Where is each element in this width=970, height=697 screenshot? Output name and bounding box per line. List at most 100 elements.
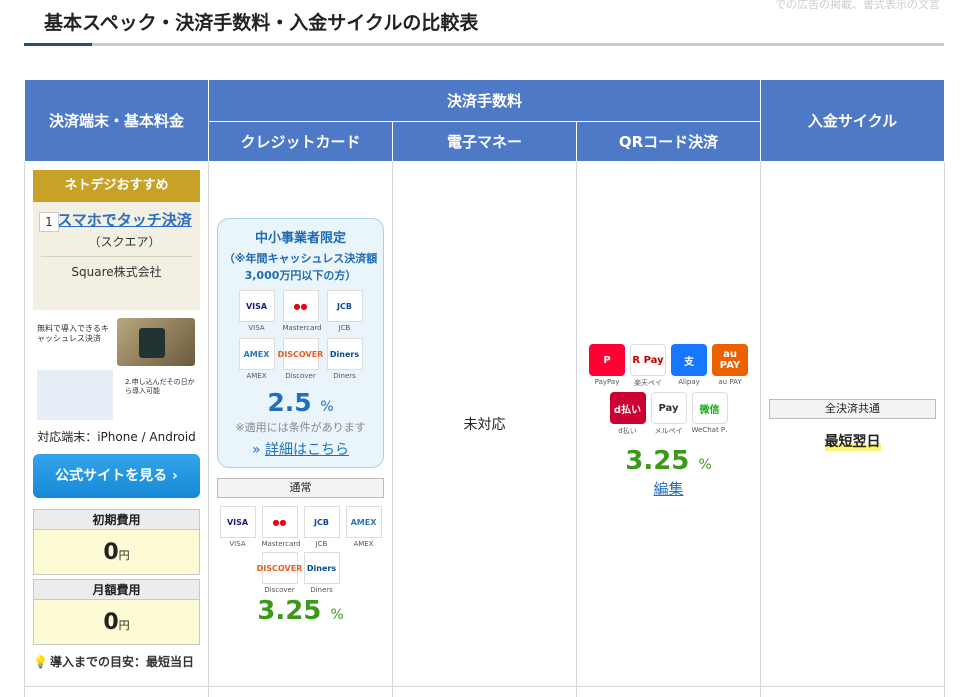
edit-link[interactable]: 編集 xyxy=(585,478,752,499)
normal-rate: 3.25 xyxy=(257,596,322,626)
brand-caption: VISA xyxy=(229,540,246,548)
brand-caption: VISA xyxy=(248,324,265,332)
diners-logo-icon: Diners xyxy=(303,552,340,584)
page-title: 基本スペック・決済手数料・入金サイクルの比較表 xyxy=(44,12,479,34)
conditions-note: ※適用には条件があります xyxy=(235,421,366,434)
qr-brand-caption: Alipay xyxy=(678,378,700,386)
card-brand-visa: VISA VISA xyxy=(219,506,256,548)
recommend-card: ネトデジおすすめ 1 スマホでタッチ決済 （スクエア） Square株式会社 xyxy=(33,170,200,310)
qr-logo-icon: 微信 xyxy=(691,392,728,424)
qr-brand: R Pay 楽天ペイ xyxy=(630,344,667,388)
header-cycle: 入金サイクル xyxy=(760,79,946,162)
payout-cycle-cell: 全決済共通 最短翌日 xyxy=(760,161,946,687)
product-name-link[interactable]: スマホでタッチ決済 xyxy=(57,210,192,231)
recommend-badge: ネトデジおすすめ xyxy=(33,170,200,202)
table-row: ネトデジおすすめ 1 スマホでタッチ決済 （スクエア） Square株式会社 無… xyxy=(24,161,946,687)
qr-rate: 3.25 xyxy=(625,446,690,476)
promo-rate: 2.5 xyxy=(267,388,312,417)
product-image: 無料で導入できるキャッシュレス決済 2.申し込んだその日から導入可能 xyxy=(33,318,200,422)
monthly-fee-value: 0 xyxy=(103,610,119,635)
qr-logo-icon: Pay xyxy=(650,392,687,424)
lightbulb-icon: 💡 xyxy=(33,655,48,669)
double-chevron-icon: » xyxy=(251,442,261,458)
all-payments-tag: 全決済共通 xyxy=(769,399,937,419)
percent-unit: % xyxy=(320,399,334,415)
rank-badge: 1 xyxy=(39,212,59,232)
brand-caption: JCB xyxy=(315,540,328,548)
percent-unit: % xyxy=(698,457,712,473)
brand-caption: Discover xyxy=(285,372,316,380)
card-brand-visa: VISA VISA xyxy=(238,290,275,332)
qr-logo-icon: 支 xyxy=(671,344,708,376)
phone-image xyxy=(117,318,195,366)
official-site-button[interactable]: 公式サイトを見る › xyxy=(33,454,200,498)
brand-caption: Diners xyxy=(333,372,356,380)
card-brand-amex: AMEX AMEX xyxy=(238,338,275,380)
section-heading: 基本スペック・決済手数料・入金サイクルの比較表 xyxy=(24,0,944,46)
product-image-caption: 無料で導入できるキャッシュレス決済 xyxy=(37,324,109,343)
card-brand-jcb: JCB JCB xyxy=(303,506,340,548)
terminal-cell: ネトデジおすすめ 1 スマホでタッチ決済 （スクエア） Square株式会社 無… xyxy=(24,161,209,687)
header-emoney: 電子マネー xyxy=(392,121,577,162)
promo-subtitle: （※年間キャッシュレス決済額3,000万円以下の方） xyxy=(223,252,378,282)
card-brand-discover: DISCOVER Discover xyxy=(257,552,302,594)
qr-brand: au PAY au PAY xyxy=(712,344,749,388)
yen-unit: 円 xyxy=(118,549,130,562)
details-link[interactable]: 詳細はこちら xyxy=(265,442,349,458)
promo-brand-list: VISA VISA ●● Mastercard JCB JCB AMEX AMEX DISCOV… xyxy=(222,290,379,380)
initial-fee-value: 0 xyxy=(103,540,119,565)
diners-logo-icon: Diners xyxy=(326,338,363,370)
brand-caption: AMEX xyxy=(353,540,374,548)
card-brand-discover: DISCOVER Discover xyxy=(278,338,323,380)
card-brand-diners: Diners Diners xyxy=(303,552,340,594)
qr-logo-icon: P xyxy=(589,344,626,376)
flow-image xyxy=(37,370,113,420)
brand-caption: Diners xyxy=(310,586,333,594)
qr-brand-caption: d払い xyxy=(618,427,637,435)
qr-logo-icon: R Pay xyxy=(630,344,667,376)
qr-brand: d払い d払い xyxy=(609,392,646,436)
qr-brand-caption: 楽天ペイ xyxy=(634,379,663,387)
qr-brand-caption: au PAY xyxy=(718,378,742,386)
discover-logo-icon: DISCOVER xyxy=(257,552,302,584)
monthly-fee-box: 月額費用 0円 xyxy=(33,579,200,645)
card-brand-mastercard: ●● Mastercard xyxy=(261,506,301,548)
comparison-table: 決済端末・基本料金 決済手数料 入金サイクル クレジットカード 電子マネー QR… xyxy=(24,79,946,697)
normal-rate-label: 通常 xyxy=(217,478,384,498)
initial-fee-label: 初期費用 xyxy=(34,510,199,530)
qr-brand-caption: メルペイ xyxy=(654,427,683,435)
header-credit: クレジットカード xyxy=(208,121,393,162)
qr-cell: P PayPay R Pay 楽天ペイ支 Alipay au PAY au PAY d払い d払… xyxy=(575,161,762,687)
jcb-logo-icon: JCB xyxy=(326,290,363,322)
header-qr: QRコード決済 xyxy=(575,121,762,162)
qr-brand-caption: PayPay xyxy=(594,378,620,386)
brand-caption: AMEX xyxy=(246,372,267,380)
monthly-fee-label: 月額費用 xyxy=(34,580,199,600)
yen-unit: 円 xyxy=(118,619,130,632)
jcb-logo-icon: JCB xyxy=(303,506,340,538)
brand-caption: Mastercard xyxy=(261,540,301,548)
header-fees: 決済手数料 xyxy=(207,79,762,122)
brand-caption: JCB xyxy=(338,324,351,332)
card-brand-diners: Diners Diners xyxy=(326,338,363,380)
card-brand-mastercard: ●● Mastercard xyxy=(282,290,322,332)
supported-devices: 対応端末：iPhone / Android xyxy=(37,430,196,444)
qr-brand: P PayPay xyxy=(589,344,626,388)
flow-caption: 2.申し込んだその日から導入可能 xyxy=(125,378,195,395)
qr-logo-icon: au PAY xyxy=(712,344,749,376)
amex-logo-icon: AMEX xyxy=(238,338,275,370)
normal-brand-list: VISA VISA ●● Mastercard JCB JCB AMEX AMEX DISCOV… xyxy=(217,506,384,594)
initial-fee-box: 初期費用 0円 xyxy=(33,509,200,575)
qr-brand-list: P PayPay R Pay 楽天ペイ支 Alipay au PAY au PAY d払い d払… xyxy=(589,344,749,436)
mastercard-logo-icon: ●● xyxy=(282,290,319,322)
qr-brand: 支 Alipay xyxy=(671,344,708,388)
qr-logo-icon: d払い xyxy=(609,392,646,424)
card-brand-jcb: JCB JCB xyxy=(326,290,363,332)
table-row xyxy=(24,686,946,697)
discover-logo-icon: DISCOVER xyxy=(278,338,323,370)
sme-promo-box: 中小事業者限定 （※年間キャッシュレス決済額3,000万円以下の方） VISA V… xyxy=(217,218,384,468)
card-brand-amex: AMEX AMEX xyxy=(345,506,382,548)
lead-time: 導入までの目安：最短当日 xyxy=(49,655,194,669)
amex-logo-icon: AMEX xyxy=(345,506,382,538)
emoney-cell: 未対応 xyxy=(392,161,577,687)
